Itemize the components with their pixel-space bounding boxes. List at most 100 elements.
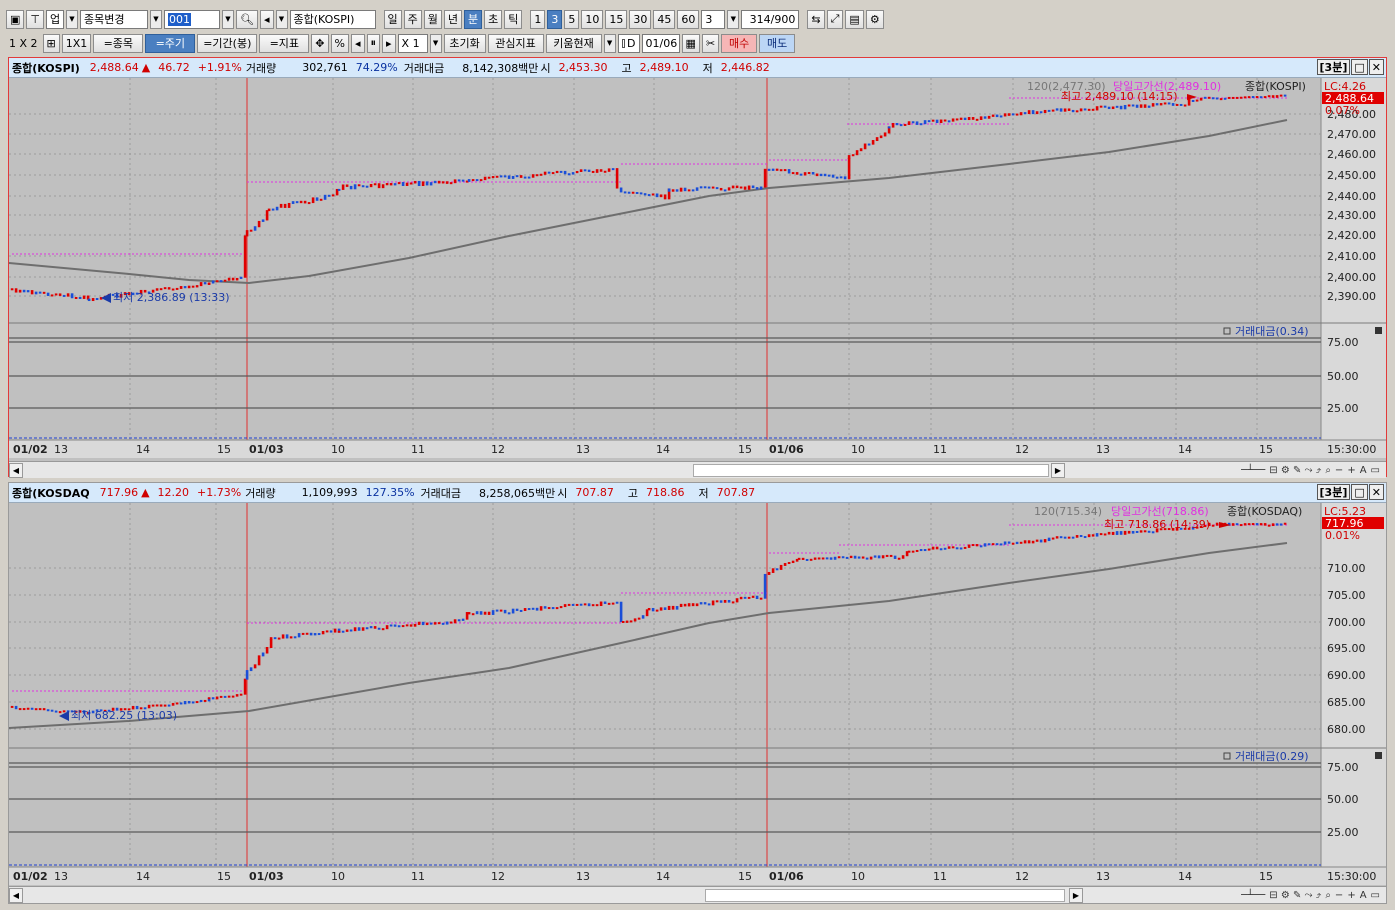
search-icon[interactable]: 🔍︎ (236, 9, 258, 29)
index-name-field[interactable]: 종합(KOSPI) (289, 9, 376, 29)
kosdaq-interval-badge[interactable]: [3분] (1316, 484, 1351, 500)
code-dropdown-icon[interactable]: ▼ (222, 9, 234, 29)
candle (571, 603, 575, 606)
candle (943, 547, 947, 550)
kosdaq-chart-canvas[interactable]: 710.00 705.00 700.00 695.00 690.00 685.00 680.… (9, 503, 1386, 887)
kospi-interval-badge[interactable]: [3분] (1316, 59, 1351, 75)
calendar-icon[interactable]: ▦ (681, 33, 700, 53)
chart-tool-icon[interactable]: ⤢ (826, 9, 844, 29)
kospi-chart-canvas[interactable]: 2,480.002,470.002,460.002,450.002,440.00… (9, 78, 1386, 460)
magnifier-icon[interactable]: ⌕ (1325, 465, 1331, 476)
maximize-icon[interactable]: □ (1351, 59, 1368, 75)
zoom-in-icon[interactable]: + (1347, 465, 1355, 476)
minute-15[interactable]: 15 (605, 9, 628, 29)
minute-60[interactable]: 60 (677, 9, 700, 29)
prev-icon[interactable]: ◂ (350, 33, 365, 53)
multiplier-select[interactable]: X 1 (397, 33, 428, 53)
candle (95, 298, 99, 301)
close-icon[interactable]: ✕ (1368, 59, 1384, 75)
period-second[interactable]: 초 (484, 9, 503, 29)
zoom-slider-icon[interactable]: ─┴── (1241, 890, 1265, 901)
minute-45[interactable]: 45 (653, 9, 676, 29)
grid-icon[interactable]: ⊞ (42, 33, 60, 53)
candle (22, 708, 26, 711)
pause-icon[interactable]: ⏸︎ (366, 33, 380, 53)
percent-icon[interactable]: % (330, 33, 349, 53)
close-icon[interactable]: ✕ (1368, 484, 1384, 500)
magnifier-icon[interactable]: ⌕ (1325, 890, 1331, 901)
scroll-left-icon[interactable]: ◀ (9, 887, 23, 903)
snapshot-icon[interactable]: ▭ (1371, 465, 1380, 476)
date-checkbox[interactable]: D (617, 33, 640, 53)
period-tick[interactable]: 틱 (504, 9, 523, 29)
multiplier-dropdown-icon[interactable]: ▼ (429, 33, 442, 53)
pin-icon[interactable]: ⊤ (26, 9, 44, 29)
zoom-slider-icon[interactable]: ─┴── (1241, 465, 1265, 476)
interval-input[interactable]: 3 (701, 9, 726, 29)
period-month[interactable]: 월 (423, 9, 442, 29)
market-type-select[interactable]: 업 (46, 9, 64, 29)
scroll-left-icon[interactable]: ◀ (9, 462, 23, 478)
interval-dropdown-icon[interactable]: ▼ (727, 9, 740, 29)
scroll-thumb[interactable] (705, 888, 1065, 902)
market-type-dropdown-icon[interactable]: ▼ (66, 9, 78, 29)
zoom-out-icon[interactable]: − (1335, 465, 1343, 476)
minute-5[interactable]: 5 (564, 9, 580, 29)
maximize-icon[interactable]: □ (1351, 484, 1368, 500)
candle (771, 568, 775, 573)
crosshair-icon[interactable]: ⇆ (807, 9, 825, 29)
drawing-icon[interactable]: ⊟ ⚙ ✎ ⤳ ⤴ (1269, 465, 1321, 476)
scroll-right-icon[interactable]: ▶ (1051, 462, 1065, 478)
text-icon[interactable]: A (1360, 890, 1367, 901)
zoom-in-icon[interactable]: + (1347, 890, 1355, 901)
scroll-right-icon[interactable]: ▶ (1069, 887, 1083, 903)
interest-indicator-button[interactable]: 관심지표 (487, 33, 544, 53)
date-input[interactable]: 01/06 (641, 33, 680, 53)
kiwoom-dropdown-icon[interactable]: ▼ (603, 33, 616, 53)
range-mode-button[interactable]: =기간(봉) (197, 33, 258, 53)
candle (579, 603, 583, 606)
reset-button[interactable]: 초기화 (443, 33, 486, 53)
sound-dropdown-icon[interactable]: ▼ (275, 9, 288, 29)
candle (1103, 105, 1107, 108)
period-mode-button[interactable]: =주기 (145, 33, 196, 53)
candle (1131, 530, 1135, 534)
candle (285, 634, 289, 639)
period-day[interactable]: 일 (383, 9, 402, 29)
candle (1279, 523, 1283, 526)
indicator-mode-button[interactable]: =지표 (259, 33, 310, 53)
save-icon[interactable]: ▤ (845, 9, 864, 29)
sound-icon[interactable]: ◂ (259, 9, 274, 29)
minute-10[interactable]: 10 (581, 9, 604, 29)
scissors-icon[interactable]: ✂ (701, 33, 720, 53)
layout-1x1-button[interactable]: 1X1 (61, 33, 92, 53)
move-icon[interactable]: ✥ (311, 33, 329, 53)
buy-button[interactable]: 매수 (721, 33, 758, 53)
text-icon[interactable]: A (1360, 465, 1367, 476)
period-year[interactable]: 년 (443, 9, 462, 29)
sell-button[interactable]: 매도 (759, 33, 796, 53)
stock-mode-button[interactable]: =종목 (93, 33, 144, 53)
stock-change-select[interactable]: 종목변경 (80, 9, 148, 29)
minute-3[interactable]: 3 (547, 9, 563, 29)
time-tick-label: 14 (136, 443, 150, 456)
count-input[interactable]: 314/900 (741, 9, 800, 29)
window-icon[interactable]: ▣ (6, 9, 25, 29)
kosdaq-scrollbar[interactable]: ◀ ▶ ─┴── ⊟ ⚙ ✎ ⤳ ⤴ ⌕ − + A ▭ (9, 886, 1386, 903)
snapshot-icon[interactable]: ▭ (1371, 890, 1380, 901)
period-week[interactable]: 주 (403, 9, 422, 29)
candle (599, 601, 603, 607)
next-icon[interactable]: ▸ (382, 33, 396, 53)
zoom-out-icon[interactable]: − (1335, 890, 1343, 901)
period-minute[interactable]: 분 (464, 9, 483, 29)
drawing-icon[interactable]: ⊟ ⚙ ✎ ⤳ ⤴ (1269, 890, 1321, 901)
kospi-scrollbar[interactable]: ◀ ▶ ─┴── ⊟ ⚙ ✎ ⤳ ⤴ ⌕ − + A ▭ (9, 461, 1386, 478)
layout-1x2-button[interactable]: 1 X 2 (6, 34, 41, 53)
minute-30[interactable]: 30 (629, 9, 652, 29)
kiwoom-current-button[interactable]: 키움현재 (545, 33, 602, 53)
gear-icon[interactable]: ⚙ (865, 9, 884, 29)
stock-change-dropdown-icon[interactable]: ▼ (150, 9, 162, 29)
scroll-thumb[interactable] (693, 463, 1049, 477)
minute-1[interactable]: 1 (530, 9, 546, 29)
code-input[interactable]: 001 (164, 9, 220, 29)
